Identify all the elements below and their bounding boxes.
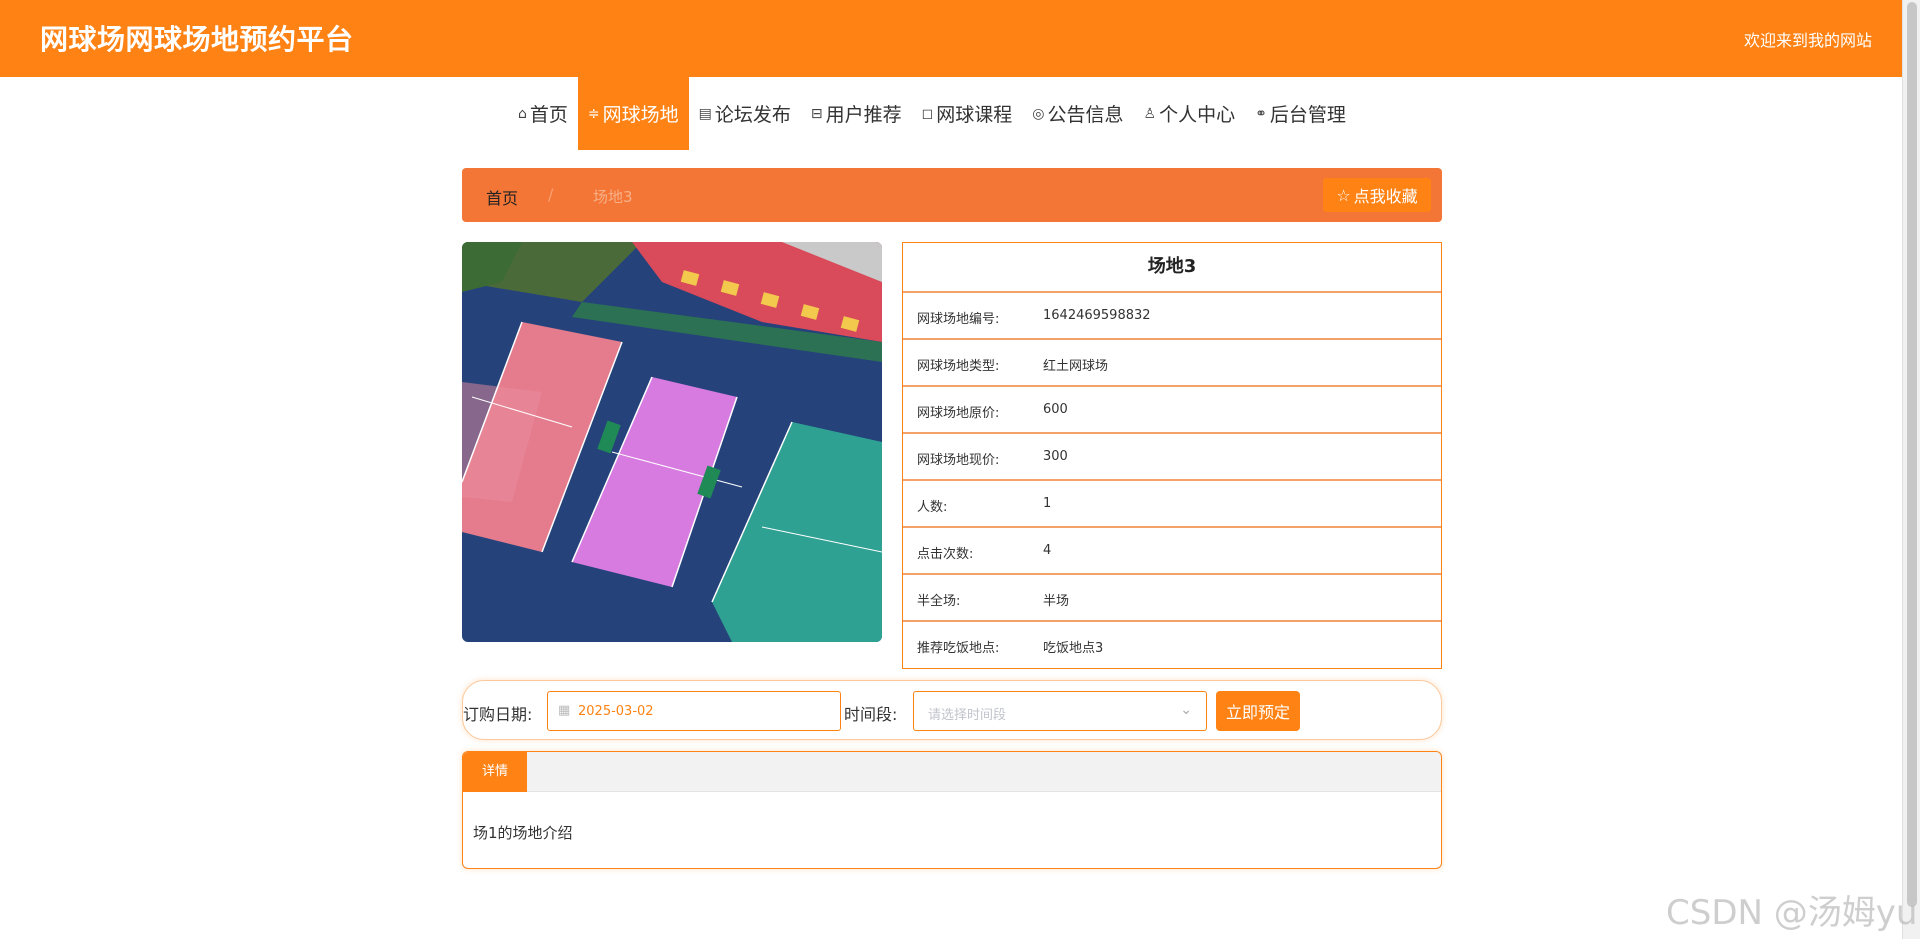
date-picker-input[interactable]: ▦ 2025-03-02 <box>547 691 841 731</box>
watermark: CSDN @汤姆yu <box>1666 893 1918 933</box>
nav-item-notices[interactable]: ◎ 公告信息 <box>1022 77 1133 150</box>
book-now-button[interactable]: 立即预定 <box>1216 691 1300 731</box>
welcome-text: 欢迎来到我的网站 <box>1743 31 1872 50</box>
info-row-people: 人数: 1 <box>903 481 1441 528</box>
details-content: 场1的场地介绍 <box>473 824 573 842</box>
calendar-icon: ▤ <box>698 105 712 122</box>
details-panel: 详情 场1的场地介绍 <box>462 751 1442 869</box>
globe-icon: ◎ <box>1032 105 1045 122</box>
time-slot-select[interactable]: 请选择时间段 ⌄ <box>913 691 1207 731</box>
nav-item-label: 网球课程 <box>936 104 1013 126</box>
tag-icon: ◻ <box>921 105 934 122</box>
star-icon: ☆ <box>1336 185 1351 205</box>
nav-item-courts[interactable]: ≑ 网球场地 <box>577 77 689 150</box>
tab-details[interactable]: 详情 <box>463 752 527 792</box>
info-label: 人数: <box>917 500 948 515</box>
info-value: 1 <box>1043 496 1052 511</box>
nav-item-forum[interactable]: ▤ 论坛发布 <box>689 77 801 150</box>
info-value: 600 <box>1043 402 1068 417</box>
info-label: 网球场地现价: <box>917 453 1000 468</box>
info-row-current-price: 网球场地现价: 300 <box>903 434 1441 481</box>
details-tabs: 详情 <box>463 752 1441 792</box>
info-label: 网球场地类型: <box>917 359 1000 374</box>
nav-item-label: 用户推荐 <box>825 104 902 126</box>
info-row-original-price: 网球场地原价: 600 <box>903 387 1441 434</box>
chevron-down-icon: ⌄ <box>1180 702 1192 718</box>
nav-item-label: 论坛发布 <box>714 104 791 126</box>
site-header: 网球场网球场地预约平台 欢迎来到我的网站 <box>0 0 1902 77</box>
nav-item-courses[interactable]: ◻ 网球课程 <box>912 77 1023 150</box>
page-scrollbar[interactable] <box>1902 0 1920 939</box>
court-name: 场地3 <box>903 243 1441 293</box>
info-label: 网球场地原价: <box>917 406 1000 421</box>
main-nav: ⌂ 首页 ≑ 网球场地 ▤ 论坛发布 ⊟ 用户推荐 ◻ 网球课程 ◎ 公告信息 … <box>508 77 1356 150</box>
collect-button-label: 点我收藏 <box>1353 187 1418 206</box>
info-label: 点击次数: <box>917 547 974 562</box>
info-value: 红土网球场 <box>1043 359 1109 374</box>
info-row-clicks: 点击次数: 4 <box>903 528 1441 575</box>
link-icon: ⚭ <box>1255 105 1267 122</box>
breadcrumb-home[interactable]: 首页 <box>486 185 518 209</box>
time-label: 时间段: <box>844 705 898 724</box>
info-value: 300 <box>1043 449 1068 464</box>
info-label: 推荐吃饭地点: <box>917 641 1000 656</box>
scrollbar-thumb[interactable] <box>1907 2 1917 907</box>
sliders-icon: ≑ <box>587 105 600 122</box>
nav-item-home[interactable]: ⌂ 首页 <box>508 77 578 150</box>
breadcrumb-current: 场地3 <box>593 188 633 206</box>
date-value: 2025-03-02 <box>578 704 654 719</box>
info-label: 网球场地编号: <box>917 312 1000 327</box>
site-title: 网球场网球场地预约平台 <box>40 23 354 56</box>
info-value: 1642469598832 <box>1043 308 1151 323</box>
info-value: 吃饭地点3 <box>1043 641 1104 656</box>
nav-item-label: 首页 <box>529 104 568 126</box>
breadcrumb-separator: / <box>548 185 554 204</box>
time-slot-placeholder: 请选择时间段 <box>928 708 1007 723</box>
breadcrumb: 首页 / 场地3 ☆ 点我收藏 <box>462 168 1442 222</box>
info-row-court-size: 半全场: 半场 <box>903 575 1441 622</box>
info-row-dining: 推荐吃饭地点: 吃饭地点3 <box>903 622 1441 669</box>
nav-item-admin[interactable]: ⚭ 后台管理 <box>1245 77 1356 150</box>
info-row-code: 网球场地编号: 1642469598832 <box>903 293 1441 340</box>
home-icon: ⌂ <box>518 105 527 122</box>
info-row-type: 网球场地类型: 红土网球场 <box>903 340 1441 387</box>
court-info-table: 场地3 网球场地编号: 1642469598832 网球场地类型: 红土网球场 … <box>902 242 1442 669</box>
info-value: 半场 <box>1043 594 1070 609</box>
user-icon: ♙ <box>1143 105 1157 122</box>
nav-item-recommend[interactable]: ⊟ 用户推荐 <box>801 77 912 150</box>
nav-item-label: 网球场地 <box>602 104 679 126</box>
info-value: 4 <box>1043 543 1052 558</box>
booking-form: 订购日期: ▦ 2025-03-02 时间段: 请选择时间段 ⌄ 立即预定 <box>462 680 1442 740</box>
court-photo <box>462 242 882 642</box>
nav-item-label: 后台管理 <box>1269 104 1346 126</box>
info-label: 半全场: <box>917 594 961 609</box>
gift-icon: ⊟ <box>810 105 823 122</box>
nav-item-label: 个人中心 <box>1159 104 1236 126</box>
calendar-icon: ▦ <box>558 703 571 718</box>
date-label: 订购日期: <box>463 705 533 724</box>
nav-item-profile[interactable]: ♙ 个人中心 <box>1134 77 1246 150</box>
nav-item-label: 公告信息 <box>1047 104 1124 126</box>
collect-button[interactable]: ☆ 点我收藏 <box>1323 178 1431 212</box>
